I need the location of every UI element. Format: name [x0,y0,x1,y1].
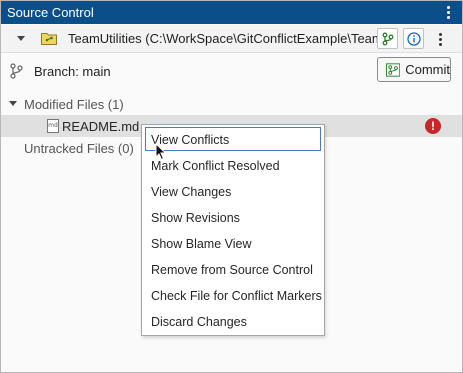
repository-name: TeamUtilities (C:\WorkSpace\GitConflictE… [68,31,394,46]
menu-item-discard-changes[interactable]: Discard Changes [142,308,324,334]
untracked-files-label: Untracked Files (0) [24,141,134,156]
modified-files-label: Modified Files (1) [24,97,124,112]
branch-label: Branch: main [34,64,111,79]
menu-item-label: Show Revisions [151,211,240,225]
menu-item-label: Mark Conflict Resolved [151,159,280,173]
menu-item-show-revisions[interactable]: Show Revisions [142,204,324,230]
menu-item-show-blame-view[interactable]: Show Blame View [142,230,324,256]
commit-icon [386,62,401,77]
panel-title: Source Control [7,5,94,20]
commit-label: Commit [405,62,450,77]
menu-item-label: Remove from Source Control [151,263,313,277]
menu-item-label: Check File for Conflict Markers [151,289,322,303]
menu-item-label: Show Blame View [151,237,252,251]
modified-files-group[interactable]: Modified Files (1) [1,93,462,115]
branch-manager-button[interactable] [377,28,398,49]
collapse-repo-icon[interactable] [17,36,25,41]
menu-item-view-changes[interactable]: View Changes [142,178,324,204]
menu-item-remove-from-source-control[interactable]: Remove from Source Control [142,256,324,282]
branch-row: Branch: main Commit [1,53,462,89]
title-bar: Source Control [1,1,462,24]
markdown-file-icon: md [47,119,59,133]
collapse-group-icon[interactable] [9,101,17,106]
menu-item-label: View Changes [151,185,232,199]
menu-item-mark-conflict-resolved[interactable]: Mark Conflict Resolved [142,152,324,178]
branch-icon [382,32,393,45]
menu-item-check-conflict-markers[interactable]: Check File for Conflict Markers [142,282,324,308]
file-name: README.md [62,119,140,134]
repository-menu-icon[interactable] [435,31,445,47]
info-icon [406,31,421,46]
file-context-menu: View Conflicts Mark Conflict Resolved Vi… [141,124,325,336]
menu-item-label: Discard Changes [151,315,247,329]
repository-info-button[interactable] [403,28,424,49]
commit-button[interactable]: Commit [377,57,451,82]
menu-item-view-conflicts[interactable]: View Conflicts [144,126,322,152]
conflict-status-icon: ! [425,118,441,134]
panel-menu-icon[interactable] [442,4,454,20]
branch-icon [10,63,23,79]
folder-repo-icon [41,33,57,45]
mouse-cursor-icon [155,143,167,161]
repository-bar: TeamUtilities (C:\WorkSpace\GitConflictE… [1,25,462,53]
